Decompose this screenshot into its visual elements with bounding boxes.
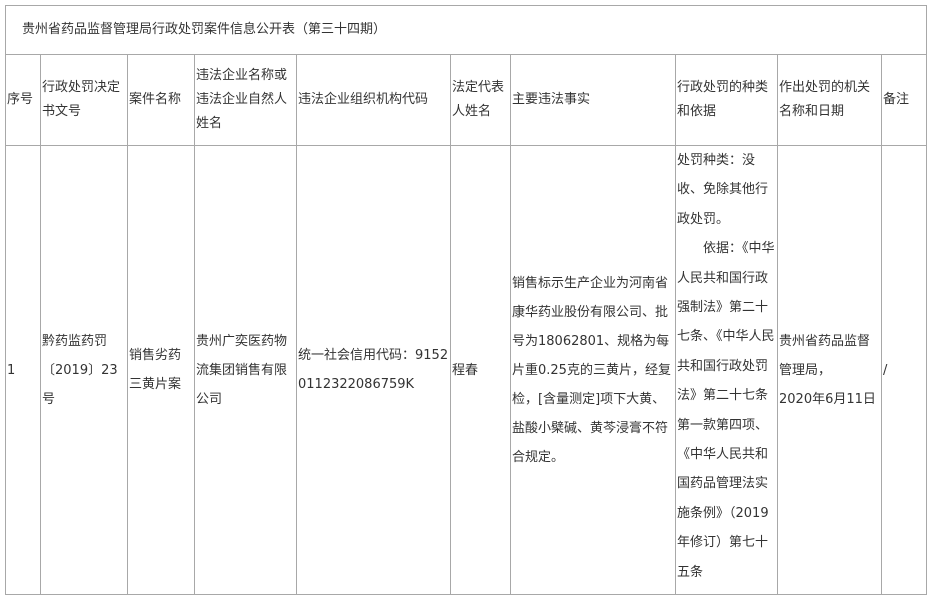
header-legal-rep: 法定代表人姓名 xyxy=(450,54,511,146)
title-row: 贵州省药品监督管理局行政处罚案件信息公开表（第三十四期） xyxy=(4,5,928,55)
cell-remarks: / xyxy=(880,145,928,595)
table-title: 贵州省药品监督管理局行政处罚案件信息公开表（第三十四期） xyxy=(4,5,928,55)
table-row: 1 黔药监药罚〔2019〕23号 销售劣药三黄片案 贵州广奕医药物流集团销售有限… xyxy=(5,145,928,595)
header-authority-date: 作出处罚的机关名称和日期 xyxy=(777,54,882,146)
cell-authority-date: 贵州省药品监督管理局， 2020年6月11日 xyxy=(777,145,882,595)
penalty-disclosure-table: 贵州省药品监督管理局行政处罚案件信息公开表（第三十四期） 序号 行政处罚决定书文… xyxy=(4,5,928,595)
authority-name: 贵州省药品监督管理局， xyxy=(779,333,871,378)
penalty-basis-text: 依据：《中华人民共和国行政强制法》第二十七条、《中华人民共和国行政处罚法》第二十… xyxy=(677,241,775,580)
header-case-name: 案件名称 xyxy=(127,54,195,146)
cell-violator-name: 贵州广奕医药物流集团销售有限公司 xyxy=(194,145,297,595)
decision-date: 2020年6月11日 xyxy=(779,391,876,407)
penalty-type-text: 处罚种类：没收、免除其他行政处罚。 xyxy=(677,153,769,227)
cell-main-facts: 销售标示生产企业为河南省康华药业股份有限公司、批号为18062801、规格为每片… xyxy=(510,145,676,595)
header-decision-no: 行政处罚决定书文号 xyxy=(40,54,128,146)
header-seq: 序号 xyxy=(5,54,41,146)
cell-legal-rep: 程春 xyxy=(450,145,511,595)
header-penalty-type-basis: 行政处罚的种类和依据 xyxy=(675,54,778,146)
cell-seq: 1 xyxy=(5,145,41,595)
cell-penalty-type-basis: 处罚种类：没收、免除其他行政处罚。 依据：《中华人民共和国行政强制法》第二十七条… xyxy=(675,145,778,595)
cell-decision-no: 黔药监药罚〔2019〕23号 xyxy=(40,145,128,595)
cell-case-name: 销售劣药三黄片案 xyxy=(127,145,195,595)
header-row: 序号 行政处罚决定书文号 案件名称 违法企业名称或违法企业自然人姓名 违法企业组… xyxy=(5,54,928,146)
header-remarks: 备注 xyxy=(880,54,928,146)
header-org-code: 违法企业组织机构代码 xyxy=(296,54,451,146)
header-main-facts: 主要违法事实 xyxy=(510,54,676,146)
cell-org-code: 统一社会信用代码：91520112322086759K xyxy=(296,145,451,595)
header-violator-name: 违法企业名称或违法企业自然人姓名 xyxy=(194,54,297,146)
